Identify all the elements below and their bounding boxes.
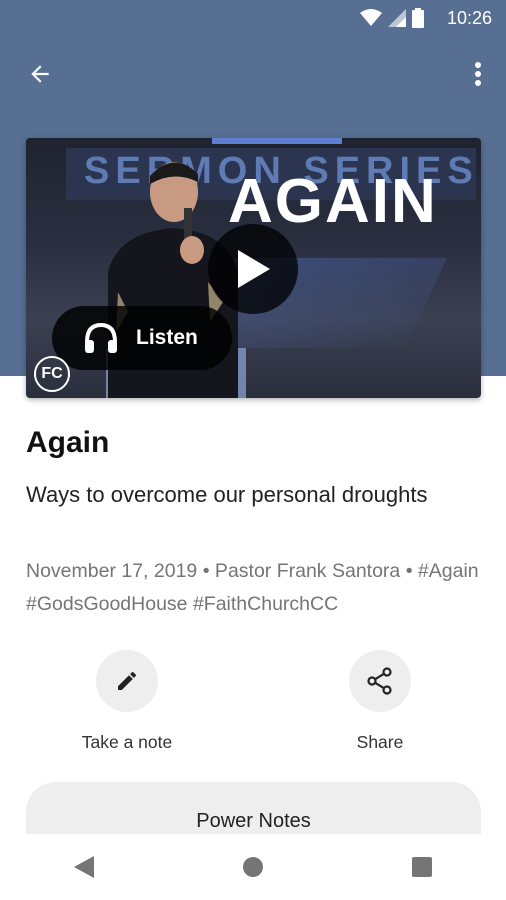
more-vert-icon: [475, 62, 481, 86]
nav-recents-button[interactable]: [392, 842, 452, 892]
system-nav-bar: [0, 834, 506, 900]
battery-icon: [412, 8, 424, 28]
status-icons: [360, 8, 424, 28]
pencil-icon: [118, 671, 136, 690]
take-note-button[interactable]: Take a note: [47, 650, 207, 753]
square-recents-icon: [411, 857, 432, 877]
listen-button[interactable]: Listen: [52, 306, 232, 370]
toolbar: [0, 44, 506, 104]
share-icon: [367, 667, 392, 695]
sermon-title: Again: [26, 426, 110, 459]
status-time: 10:26: [446, 8, 492, 28]
take-note-label: Take a note: [81, 732, 173, 752]
accent-line: [212, 138, 342, 144]
play-icon: [238, 250, 270, 288]
listen-label: Listen: [136, 326, 198, 349]
church-logo: FC: [34, 356, 70, 392]
sermon-media-card[interactable]: SERMON SERIES AGAIN Listen FC: [26, 138, 481, 398]
signal-icon: [388, 9, 406, 27]
share-label: Share: [356, 732, 404, 752]
circle-home-icon: [242, 857, 263, 877]
wifi-icon: [360, 9, 382, 26]
play-button[interactable]: [208, 224, 298, 314]
status-bar: 10:26: [0, 0, 506, 36]
triangle-back-icon: [74, 856, 95, 878]
nav-home-button[interactable]: [223, 842, 283, 892]
back-button[interactable]: [20, 56, 60, 92]
share-button[interactable]: Share: [300, 650, 460, 753]
arrow-left-icon: [31, 65, 49, 83]
headphones-icon: [85, 322, 117, 353]
nav-back-button[interactable]: [54, 842, 114, 892]
power-notes-label: Power Notes: [196, 810, 311, 832]
take-note-circle[interactable]: [96, 650, 158, 712]
more-options-button[interactable]: [466, 56, 490, 92]
sermon-meta: November 17, 2019 • Pastor Frank Santora…: [26, 560, 479, 615]
share-circle[interactable]: [349, 650, 411, 712]
sermon-subtitle: Ways to overcome our personal droughts: [26, 482, 428, 507]
